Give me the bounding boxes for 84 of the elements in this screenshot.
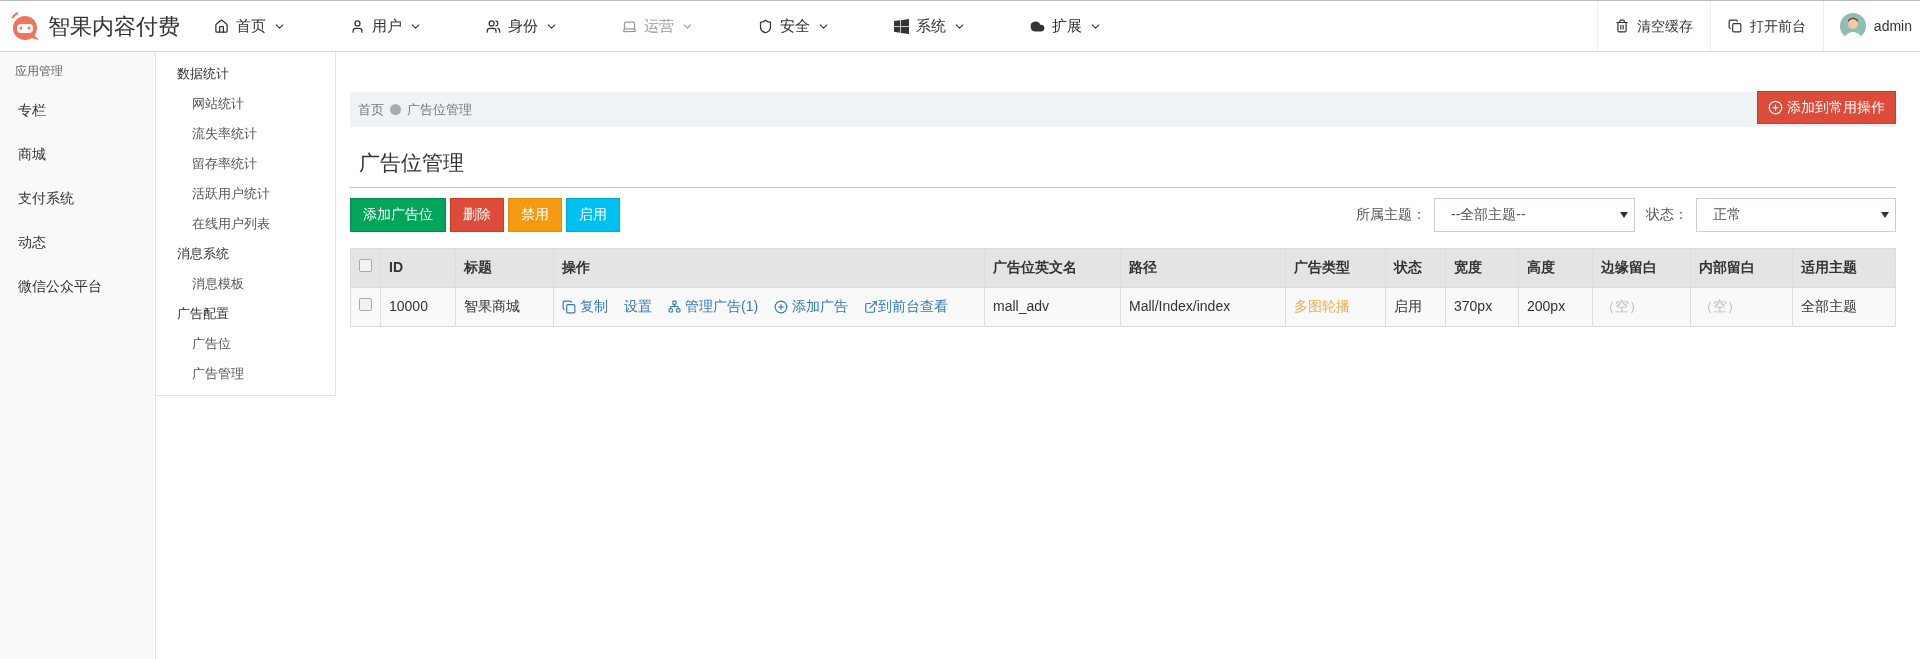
dropdown-arrow-icon — [1620, 211, 1628, 218]
column-header: 高度 — [1527, 259, 1555, 275]
column-header: 路径 — [1129, 259, 1157, 275]
nav-menu-item[interactable]: 安全 — [757, 1, 831, 51]
column-header: ID — [389, 259, 403, 275]
table-cell: 启用 — [1394, 298, 1422, 314]
submenu-item[interactable]: 活跃用户统计 — [156, 179, 335, 209]
shield-icon — [758, 18, 773, 34]
copy-icon — [562, 299, 576, 314]
toolbar-button[interactable]: 删除 — [450, 197, 504, 232]
laptop-icon — [622, 18, 637, 34]
action-link[interactable]: 添加广告 — [774, 296, 849, 317]
plus-circle-icon — [1768, 100, 1783, 115]
column-header: 内部留白 — [1699, 259, 1755, 275]
submenu-item[interactable]: 在线用户列表 — [156, 209, 335, 239]
filter-label: 状态： — [1646, 205, 1688, 224]
action-link[interactable]: 复制 — [562, 296, 608, 317]
nav-menu-item[interactable]: 扩展 — [1029, 1, 1103, 51]
sidebar-heading: 应用管理 — [14, 63, 64, 80]
table-cell: Mall/Index/index — [1129, 298, 1231, 314]
avatar-icon — [1839, 13, 1866, 39]
column-header: 适用主题 — [1801, 259, 1857, 275]
table-cell: 10000 — [389, 298, 428, 314]
table-cell: 全部主题 — [1801, 298, 1857, 314]
select-field[interactable]: 正常 — [1696, 197, 1896, 232]
submenu-heading: 广告配置 — [176, 305, 230, 323]
submenu-item[interactable]: 消息模板 — [156, 269, 335, 299]
submenu-item[interactable]: 流失率统计 — [156, 119, 335, 149]
page-title: 广告位管理 — [350, 127, 1896, 188]
windows-icon — [894, 18, 909, 34]
nav-menu-item[interactable]: 身份 — [485, 1, 559, 51]
add-shortcut-button[interactable]: 添加到常用操作 — [1757, 91, 1896, 124]
nav-menu-item[interactable]: 首页 — [213, 1, 287, 51]
sidebar-item[interactable]: 微信公众平台 — [0, 264, 155, 308]
sidebar-item[interactable]: 专栏 — [0, 88, 155, 132]
table-cell: 智果商城 — [464, 298, 520, 314]
breadcrumb-link[interactable]: 广告位管理 — [407, 99, 472, 120]
nav-menu-item[interactable]: 系统 — [893, 1, 967, 51]
table-cell: （空） — [1601, 298, 1643, 314]
action-link[interactable]: 管理广告(1) — [668, 296, 759, 317]
submenu-item[interactable]: 留存率统计 — [156, 149, 335, 179]
submenu-item[interactable]: 网站统计 — [156, 89, 335, 119]
logo-icon — [8, 10, 40, 42]
checkbox[interactable] — [359, 298, 372, 311]
submenu-heading: 消息系统 — [176, 245, 230, 263]
table-cell: 370px — [1454, 298, 1493, 314]
column-header: 广告位英文名 — [993, 259, 1077, 275]
action-link[interactable]: 到前台查看 — [864, 296, 949, 317]
submenu-heading: 数据统计 — [176, 65, 230, 83]
action-link[interactable]: 设置 — [624, 296, 652, 317]
sidebar-item[interactable]: 动态 — [0, 220, 155, 264]
column-header: 状态 — [1394, 259, 1422, 275]
user-icon — [350, 18, 365, 34]
column-header: 宽度 — [1454, 259, 1482, 275]
copy-icon — [1727, 19, 1742, 33]
column-header: 操作 — [562, 259, 590, 275]
topbar-button[interactable]: 清空缓存 — [1596, 1, 1710, 51]
home-icon — [214, 18, 229, 34]
table-cell: 多图轮播 — [1294, 298, 1350, 314]
sidebar-item[interactable]: 支付系统 — [0, 176, 155, 220]
user-menu[interactable]: admin — [1822, 1, 1920, 51]
sidebar-item[interactable]: 商城 — [0, 132, 155, 176]
topbar-button[interactable]: 打开前台 — [1709, 1, 1823, 51]
brand-name: 智果内容付费 — [48, 12, 180, 41]
dropdown-arrow-icon — [1881, 211, 1889, 218]
column-header: 边缘留白 — [1601, 259, 1657, 275]
select-field[interactable]: --全部主题-- — [1434, 197, 1635, 232]
column-header: 广告类型 — [1294, 259, 1350, 275]
submenu-item[interactable]: 广告管理 — [156, 359, 335, 389]
plus-circle-icon — [774, 299, 789, 314]
sitemap-icon — [668, 300, 681, 313]
checkbox[interactable] — [359, 259, 372, 272]
table-cell: 200px — [1527, 298, 1566, 314]
cloud-icon — [1030, 18, 1045, 34]
submenu-item[interactable]: 广告位 — [156, 329, 335, 359]
trash-icon — [1614, 19, 1629, 33]
table-cell: mall_adv — [993, 298, 1050, 314]
filter-label: 所属主题： — [1356, 205, 1426, 224]
column-header: 标题 — [464, 259, 492, 275]
users-icon — [486, 18, 501, 34]
table-cell: （空） — [1699, 298, 1741, 314]
breadcrumb-link[interactable]: 首页 — [358, 99, 384, 120]
external-link-icon — [864, 299, 879, 314]
nav-menu-item[interactable]: 用户 — [349, 1, 423, 51]
